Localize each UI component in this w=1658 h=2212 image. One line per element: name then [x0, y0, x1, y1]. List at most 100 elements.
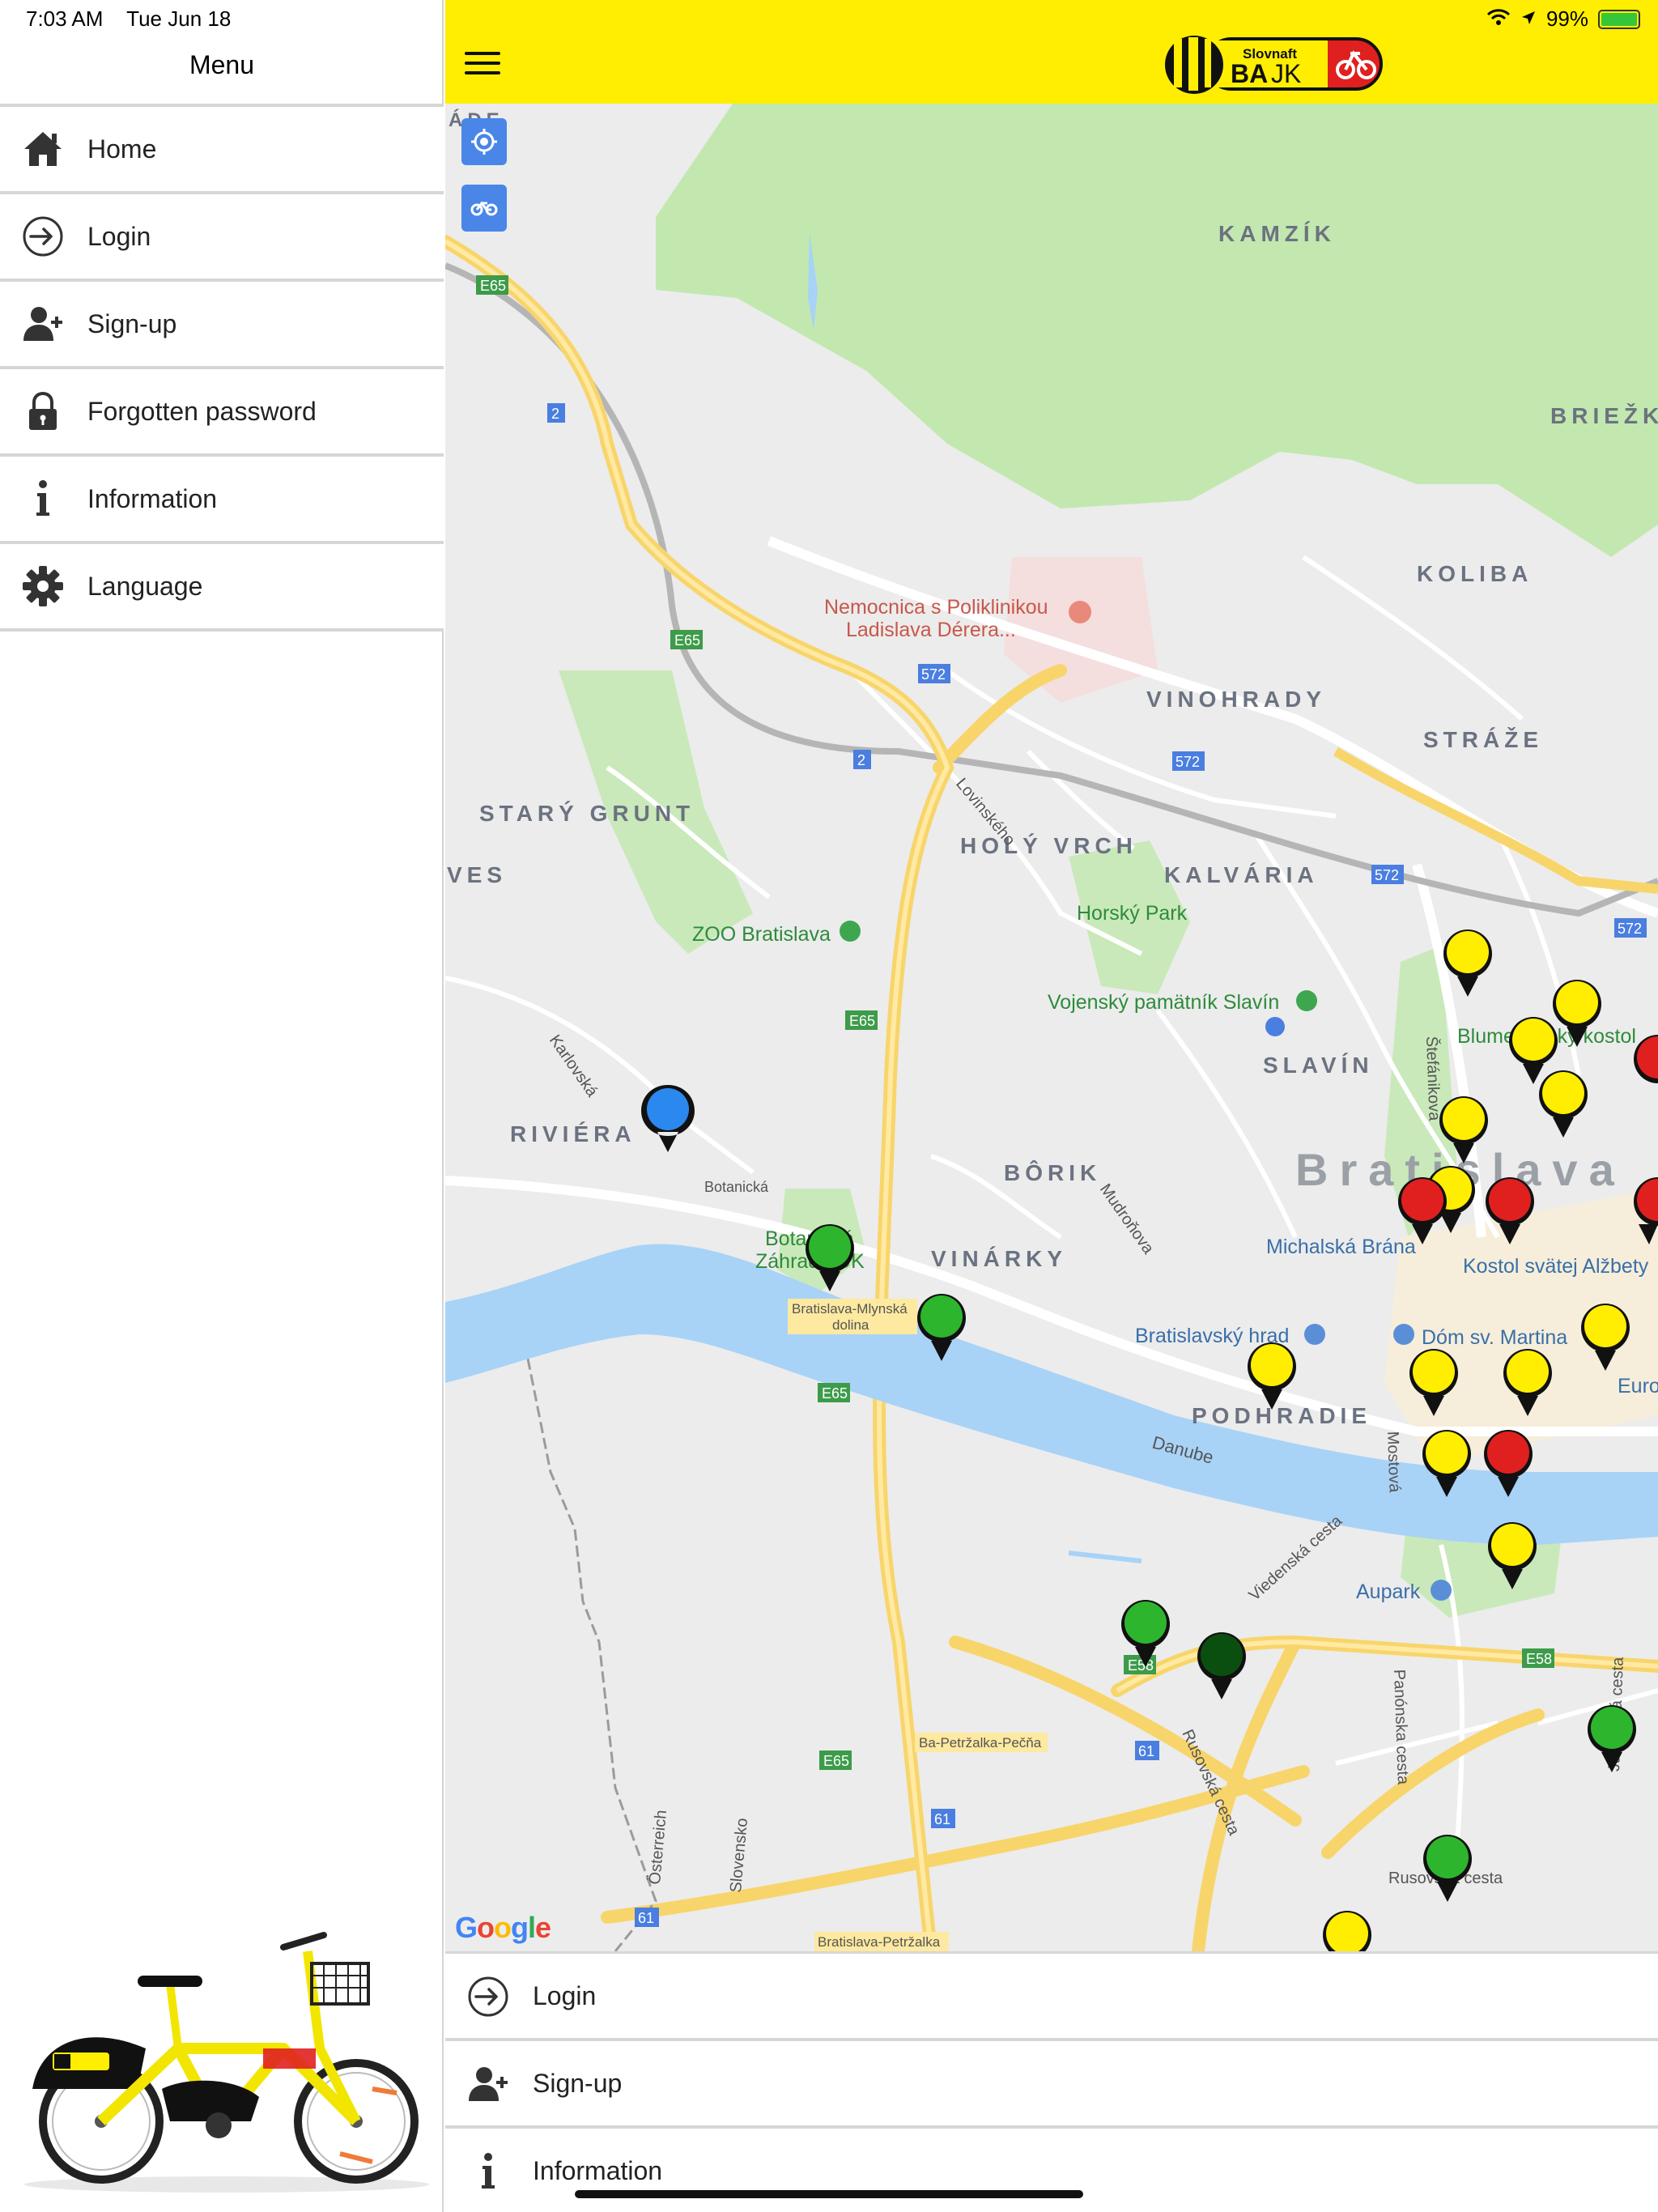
- svg-text:572: 572: [1375, 867, 1399, 883]
- svg-text:61: 61: [934, 1811, 950, 1827]
- menu-item-information[interactable]: Information: [0, 457, 444, 544]
- stop-label: Bratislava-Petržalka: [814, 1932, 949, 1951]
- current-location-dot: [1265, 1017, 1285, 1036]
- battery-fill: [1601, 12, 1637, 26]
- bottom-menu-label: Sign-up: [533, 2069, 623, 2098]
- google-attribution[interactable]: Google: [455, 1911, 551, 1945]
- road-shield: 61: [1135, 1741, 1159, 1760]
- district-label: STRÁŽE: [1423, 727, 1543, 752]
- hamburger-line: [465, 71, 500, 74]
- bottom-menu-item-information[interactable]: Information: [445, 2129, 1658, 2212]
- brand-line2a: BA: [1231, 59, 1268, 88]
- menu-item-forgotten-password[interactable]: Forgotten password: [0, 369, 444, 457]
- status-time: 7:03 AM: [26, 6, 104, 31]
- home-icon: [21, 127, 65, 171]
- top-bar: Slovnaft BA JK 99%: [445, 0, 1658, 104]
- menu-item-signup[interactable]: Sign-up: [0, 282, 444, 369]
- road-shield: 2: [853, 750, 871, 769]
- bike-illustration: [24, 1932, 429, 2193]
- poi-label: Ladislava Dérera...: [846, 619, 1016, 641]
- svg-text:E65: E65: [822, 1385, 848, 1402]
- district-label: SLAVÍN: [1263, 1053, 1374, 1078]
- district-label: PODHRADIE: [1192, 1403, 1371, 1428]
- login-icon: [21, 215, 65, 258]
- status-bar-left: 7:03 AM Tue Jun 18: [26, 6, 249, 32]
- svg-text:2: 2: [857, 752, 865, 768]
- status-date: Tue Jun 18: [126, 6, 232, 31]
- home-indicator[interactable]: [575, 2190, 1083, 2198]
- hamburger-line: [465, 52, 500, 55]
- svg-text:Ba-Petržalka-Pečňa: Ba-Petržalka-Pečňa: [919, 1735, 1042, 1750]
- street-label: Botanická: [704, 1179, 769, 1195]
- menu-item-home[interactable]: Home: [0, 107, 444, 194]
- map-view[interactable]: KAMZÍK BRIEŽKY KOLIBA VINOHRADY STRÁŽE S…: [445, 104, 1658, 1951]
- menu-title: Menu: [189, 50, 255, 79]
- svg-text:E65: E65: [823, 1753, 849, 1769]
- stop-label: Ba-Petržalka-Pečňa: [915, 1733, 1048, 1752]
- battery-percent: 99%: [1545, 6, 1588, 31]
- road-shield: 61: [931, 1809, 955, 1828]
- sidebar-menu: 7:03 AM Tue Jun 18 Menu Home Login Sign-…: [0, 0, 444, 2212]
- lock-icon: [21, 389, 65, 433]
- bike-stations-toggle-button[interactable]: [461, 185, 507, 232]
- menu-item-label: Forgotten password: [87, 396, 317, 426]
- svg-text:Bratislava-Petržalka: Bratislava-Petržalka: [818, 1934, 941, 1950]
- road-shield: 61: [635, 1908, 659, 1927]
- poi-label: Nemocnica s Poliklinikou: [824, 596, 1048, 619]
- district-label: HOLÝ VRCH: [960, 833, 1137, 858]
- svg-text:2: 2: [551, 406, 559, 422]
- slovnaft-bajk-logo: Slovnaft BA JK: [1165, 36, 1383, 94]
- shopping-icon: [1431, 1580, 1452, 1601]
- info-icon: [466, 2150, 510, 2193]
- menu-item-label: Information: [87, 483, 218, 513]
- district-label: STARÝ GRUNT: [479, 801, 695, 826]
- poi-label: Aupark: [1356, 1580, 1421, 1603]
- wifi-icon: [1486, 6, 1511, 32]
- svg-text:572: 572: [1175, 754, 1200, 770]
- district-label: VES: [447, 862, 507, 887]
- bike-icon: [470, 201, 498, 216]
- svg-text:Bratislava-Mlynská: Bratislava-Mlynská: [792, 1301, 908, 1317]
- crosshair-icon: [471, 129, 497, 155]
- district-label: VINOHRADY: [1146, 687, 1326, 712]
- district-label: KOLIBA: [1417, 561, 1533, 586]
- district-label: RIVIÉRA: [510, 1121, 636, 1146]
- menu-item-language[interactable]: Language: [0, 544, 444, 632]
- castle-icon: [1304, 1324, 1325, 1345]
- road-shield: E65: [670, 630, 703, 649]
- menu-list: Home Login Sign-up Forgotten password In…: [0, 104, 444, 632]
- road-shield: 572: [1614, 918, 1647, 938]
- menu-item-label: Sign-up: [87, 308, 177, 338]
- menu-item-login[interactable]: Login: [0, 194, 444, 282]
- poi-label: Kostol svätej Alžbety: [1463, 1255, 1649, 1278]
- hamburger-line: [465, 62, 500, 65]
- svg-text:E65: E65: [674, 632, 700, 649]
- bottom-menu-label: Information: [533, 2156, 663, 2185]
- street-label: Mostová: [1384, 1431, 1404, 1493]
- road-shield: E65: [818, 1383, 850, 1402]
- poi-label: ZOO Bratislava: [692, 923, 831, 946]
- locate-me-button[interactable]: [461, 118, 507, 165]
- location-arrow-icon: [1520, 6, 1537, 32]
- poi-label: Vojenský pamätník Slavín: [1048, 991, 1279, 1014]
- menu-item-label: Login: [87, 221, 151, 251]
- svg-text:61: 61: [638, 1910, 654, 1926]
- battery-icon: [1598, 9, 1640, 29]
- district-label: KALVÁRIA: [1164, 862, 1319, 887]
- add-user-icon: [21, 302, 65, 346]
- district-label: KAMZÍK: [1218, 221, 1336, 246]
- road-shield: 2: [547, 403, 565, 423]
- bottom-menu-item-signup[interactable]: Sign-up: [445, 2041, 1658, 2129]
- bottom-menu-item-login[interactable]: Login: [445, 1954, 1658, 2041]
- svg-text:E65: E65: [849, 1013, 875, 1029]
- poi-label: Horský Park: [1077, 902, 1188, 925]
- info-icon: [21, 477, 65, 521]
- church-icon: [1393, 1324, 1414, 1345]
- main-panel: Slovnaft BA JK 99% KAMZÍK BRIEŽK KOLIBA …: [445, 0, 1658, 2212]
- street-label: Štefánikova: [1422, 1036, 1444, 1121]
- login-icon: [466, 1975, 510, 2018]
- svg-text:E58: E58: [1128, 1657, 1154, 1674]
- hamburger-menu-button[interactable]: [460, 47, 505, 87]
- gear-icon: [21, 564, 65, 608]
- poi-label: Euro: [1618, 1375, 1658, 1397]
